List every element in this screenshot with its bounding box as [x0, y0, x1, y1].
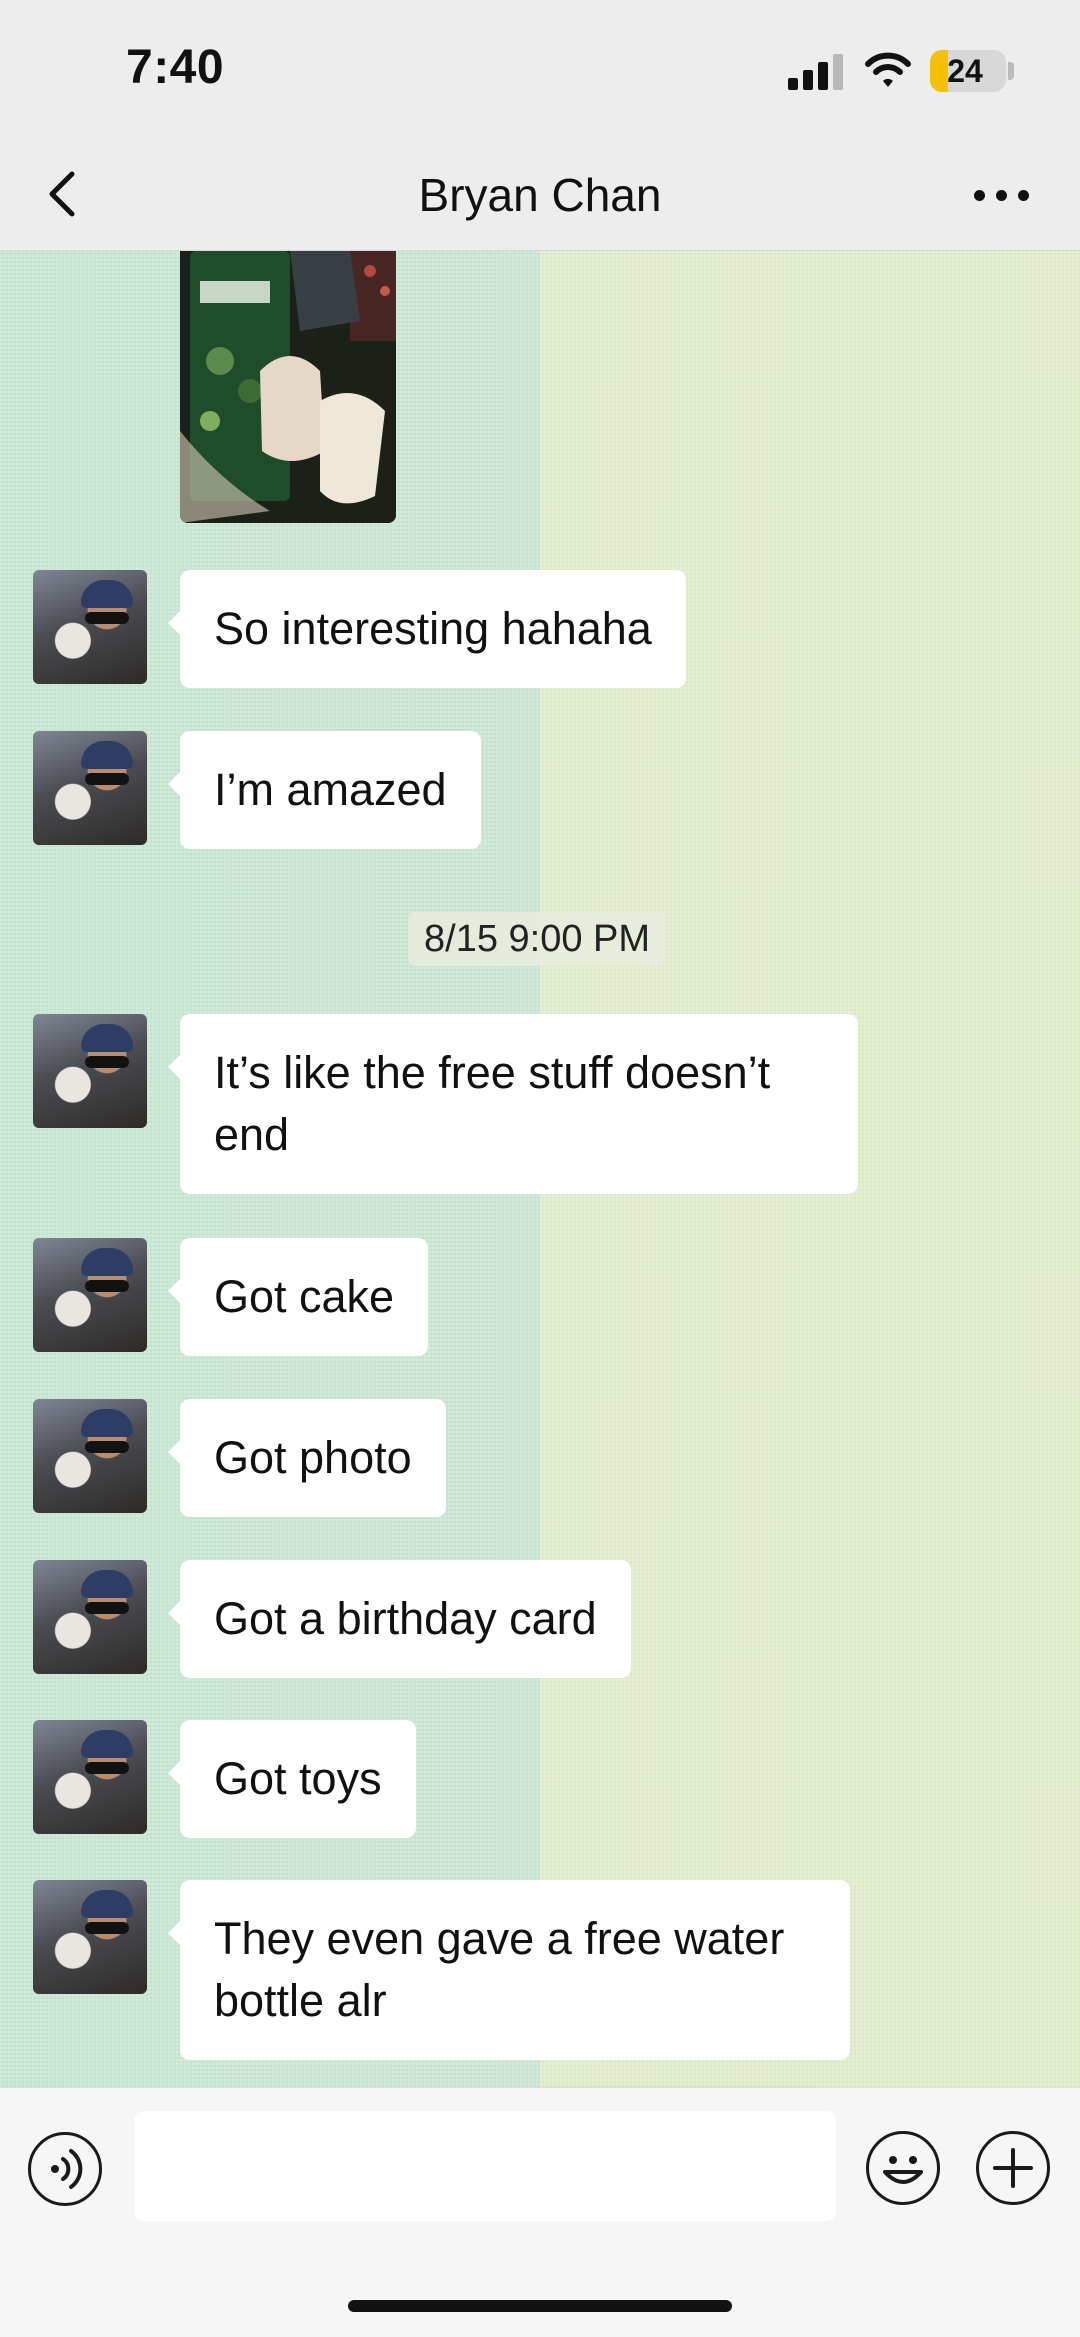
battery-icon: 24 [930, 50, 1006, 92]
avatar[interactable] [33, 731, 147, 845]
avatar[interactable] [33, 1880, 147, 1994]
message-bubble[interactable]: It’s like the free stuff doesn’t end [168, 1014, 858, 1194]
message-bubble[interactable]: Got toys [168, 1720, 416, 1838]
voice-icon [51, 2149, 83, 2189]
more-options-button[interactable] [968, 170, 1034, 220]
avatar[interactable] [33, 1399, 147, 1513]
avatar[interactable] [33, 570, 147, 684]
chat-title: Bryan Chan [418, 169, 662, 221]
plus-button[interactable] [976, 2131, 1050, 2205]
message-bubble[interactable]: They even gave a free water bottle alr [168, 1880, 850, 2060]
plus-icon [993, 2148, 1033, 2188]
photo-message[interactable] [180, 251, 396, 523]
wifi-icon [864, 50, 912, 90]
message-bubble[interactable]: So interesting hahaha [168, 570, 686, 688]
avatar[interactable] [33, 1720, 147, 1834]
message-bubble[interactable]: Got cake [167, 1238, 429, 1356]
message-timestamp: 8/15 9:00 PM [408, 912, 667, 966]
message-input[interactable] [134, 2111, 836, 2221]
chat-header: Bryan Chan [0, 140, 1080, 251]
voice-button[interactable] [28, 2132, 102, 2206]
avatar[interactable] [33, 1014, 147, 1128]
more-horizontal-icon [974, 190, 985, 201]
ice-cream-photo [180, 251, 396, 523]
emoji-button[interactable] [866, 2131, 940, 2205]
battery-level-text: 24 [947, 53, 983, 89]
chevron-left-icon [49, 171, 75, 217]
message-bubble[interactable]: Got photo [168, 1399, 446, 1517]
back-button[interactable] [36, 162, 96, 226]
avatar[interactable] [33, 1560, 147, 1674]
home-indicator[interactable] [348, 2300, 732, 2312]
message-bubble[interactable]: I’m amazed [168, 731, 481, 849]
emoji-icon [883, 2156, 923, 2184]
battery-nub [1008, 62, 1014, 80]
status-time: 7:40 [126, 41, 225, 94]
avatar[interactable] [33, 1238, 147, 1352]
status-bar: 7:40 24 [0, 0, 1080, 140]
message-bubble[interactable]: Got a birthday card [168, 1560, 631, 1678]
signal-icon [788, 54, 844, 90]
message-list[interactable]: So interesting hahaha I’m amazed 8/15 9:… [0, 251, 1080, 2087]
